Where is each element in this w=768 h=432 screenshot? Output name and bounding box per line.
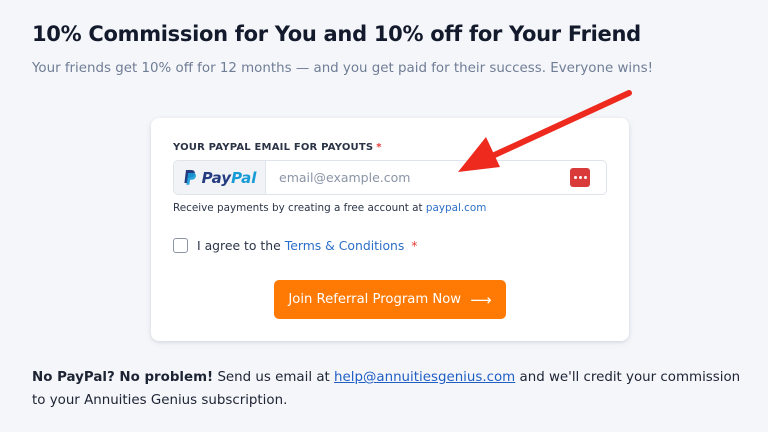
referral-form-card: YOUR PAYPAL EMAIL FOR PAYOUTS* PayPal Re…: [151, 118, 629, 341]
paypal-wordmark-pal: Pal: [231, 168, 257, 187]
terms-agreement-prefix: I agree to the: [197, 238, 281, 253]
paypal-p-icon: [183, 170, 196, 185]
terms-agreement-label: I agree to the Terms & Conditions *: [197, 238, 418, 253]
terms-checkbox[interactable]: [173, 238, 188, 253]
terms-link[interactable]: Terms & Conditions: [285, 238, 405, 253]
page-subtitle: Your friends get 10% off for 12 months —…: [32, 61, 653, 76]
paypal-email-label: YOUR PAYPAL EMAIL FOR PAYOUTS *: [173, 142, 382, 153]
no-paypal-heading: No PayPal? No problem!: [32, 370, 214, 385]
no-paypal-text-before: Send us email at: [217, 370, 330, 385]
terms-required-asterisk: *: [411, 238, 418, 253]
paypal-email-label-text: YOUR PAYPAL EMAIL FOR PAYOUTS: [173, 142, 374, 153]
paypal-email-input-group: PayPal: [173, 160, 607, 195]
join-referral-button[interactable]: Join Referral Program Now ⟶: [274, 280, 506, 319]
paypal-email-input[interactable]: [279, 167, 549, 188]
paypal-help-label: Receive payments by creating a free acco…: [173, 202, 423, 214]
no-paypal-note: No PayPal? No problem! Send us email at …: [32, 366, 748, 412]
paypal-wordmark: PayPal: [202, 169, 257, 187]
password-manager-icon[interactable]: [570, 168, 590, 187]
support-email-link[interactable]: help@annuitiesgenius.com: [334, 370, 515, 385]
required-asterisk: *: [376, 142, 382, 153]
paypal-logo-icon: PayPal: [174, 161, 266, 194]
paypal-help-text: Receive payments by creating a free acco…: [173, 202, 486, 214]
paypal-wordmark-pay: Pay: [201, 168, 232, 187]
paypal-link[interactable]: paypal.com: [426, 202, 486, 214]
page-title: 10% Commission for You and 10% off for Y…: [32, 22, 641, 46]
referral-page: 10% Commission for You and 10% off for Y…: [0, 0, 768, 432]
join-referral-button-label: Join Referral Program Now: [288, 292, 462, 307]
arrow-right-icon: ⟶: [470, 290, 492, 309]
terms-agreement-row: I agree to the Terms & Conditions *: [173, 238, 418, 253]
